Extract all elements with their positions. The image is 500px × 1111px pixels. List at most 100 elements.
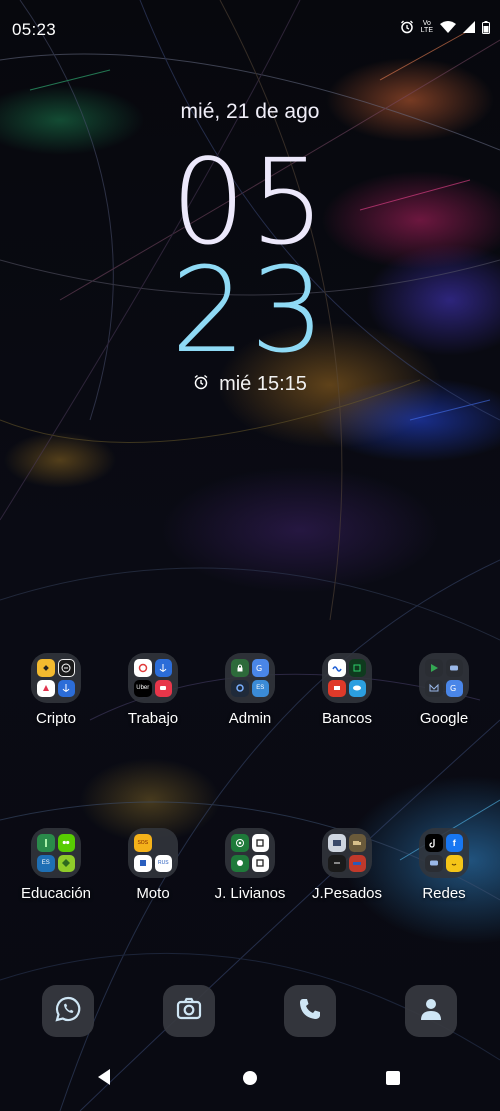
play-store-icon: [425, 659, 443, 677]
blue-bank-icon: [348, 679, 366, 697]
green-circle-icon: [231, 854, 249, 872]
folder-label: Bancos: [321, 710, 373, 727]
gem-icon: [57, 854, 75, 872]
next-alarm-label: mié 15:15: [219, 373, 307, 395]
folder-label: Cripto: [35, 710, 76, 727]
red-bank-icon: [328, 679, 346, 697]
sos-icon: SOS: [134, 834, 152, 852]
folder-icon: [322, 653, 372, 703]
status-bar: 05:23 Vo LTE: [0, 0, 500, 58]
tiktok-icon: [425, 834, 443, 852]
cell-signal-icon: [463, 21, 475, 33]
translate-icon: G: [251, 659, 269, 677]
camera-icon: [175, 995, 203, 1028]
folder-label: Google: [419, 710, 469, 727]
lte-label: LTE: [420, 27, 433, 34]
home-button[interactable]: [243, 1071, 257, 1085]
translate-icon: G: [445, 679, 463, 697]
svg-text:G: G: [256, 664, 262, 673]
binance-icon: [37, 659, 55, 677]
target-icon: [231, 834, 249, 852]
whatsapp-icon: [54, 995, 82, 1028]
svg-text:G: G: [450, 684, 456, 693]
duolingo-icon: [57, 834, 75, 852]
folder-icon: f: [419, 828, 469, 878]
folder-icon: Uber: [128, 653, 178, 703]
folder-icon: [322, 828, 372, 878]
car-game-icon: [348, 854, 366, 872]
folder-icon: ES: [31, 828, 81, 878]
photo-icon: [328, 834, 346, 852]
alarm-icon: [400, 20, 414, 34]
folder-label: Admin: [228, 710, 272, 727]
folder-label: Trabajo: [127, 710, 179, 727]
square-icon: [251, 854, 269, 872]
lockscreen-date: mié, 21 de ago: [180, 100, 320, 123]
phone-icon: [296, 995, 324, 1028]
dock-phone[interactable]: [284, 985, 336, 1037]
rus-icon: RUS: [154, 854, 172, 872]
recents-button[interactable]: [386, 1071, 400, 1085]
folder-google[interactable]: G Google: [394, 653, 494, 727]
contacts-icon: [417, 995, 445, 1028]
es-icon: ES: [37, 854, 55, 872]
folder-label: Redes: [422, 885, 466, 902]
back-button[interactable]: [96, 1068, 112, 1091]
youtube-icon: [445, 659, 463, 677]
truck-icon: [348, 834, 366, 852]
folder-j-pesados[interactable]: J.Pesados: [297, 828, 397, 902]
ring-icon: [134, 659, 152, 677]
es-icon: ES: [251, 679, 269, 697]
folder-educacion[interactable]: ES Educación: [6, 828, 106, 902]
anchor-icon: [57, 679, 75, 697]
folder-icon: G: [419, 653, 469, 703]
anchor-icon: [154, 659, 172, 677]
folder-icon: [31, 653, 81, 703]
exchange-e-icon: [57, 659, 75, 677]
folder-icon: SOS RUS: [128, 828, 178, 878]
next-alarm[interactable]: mié 15:15: [0, 373, 500, 396]
blue-doc-icon: [134, 854, 152, 872]
dark-game-icon: [328, 854, 346, 872]
folder-cripto[interactable]: Cripto: [6, 653, 106, 727]
empty-slot: [155, 834, 173, 852]
folder-j-livianos[interactable]: J. Livianos: [200, 828, 300, 902]
folder-admin[interactable]: G ES Admin: [200, 653, 300, 727]
folder-label: J. Livianos: [214, 885, 286, 902]
folder-bancos[interactable]: Bancos: [297, 653, 397, 727]
emoji-icon: [445, 854, 463, 872]
volte-label: Vo: [422, 20, 431, 27]
status-icons: Vo LTE: [400, 20, 490, 34]
folder-moto[interactable]: SOS RUS Moto: [103, 828, 203, 902]
folder-trabajo[interactable]: Uber Trabajo: [103, 653, 203, 727]
red-app-icon: [154, 679, 172, 697]
tree-icon: [37, 834, 55, 852]
back-icon: [98, 1069, 110, 1085]
settings-icon: [231, 679, 249, 697]
volte-lte-icon: Vo LTE: [421, 20, 433, 34]
green-bank-icon: [348, 659, 366, 677]
navigation-bar: [0, 1051, 500, 1111]
folder-redes[interactable]: f Redes: [394, 828, 494, 902]
lock-icon: [231, 659, 249, 677]
folder-label: Moto: [136, 885, 170, 902]
wifi-icon: [440, 21, 456, 33]
folder-label: Educación: [20, 885, 92, 902]
dock-whatsapp[interactable]: [42, 985, 94, 1037]
status-time: 05:23: [12, 20, 57, 39]
folder-icon: G ES: [225, 653, 275, 703]
uber-icon: Uber: [134, 679, 152, 697]
battery-icon: [482, 20, 490, 34]
dock-contacts[interactable]: [405, 985, 457, 1037]
clock-minutes[interactable]: 23: [0, 251, 500, 369]
folder-icon: [225, 828, 275, 878]
folder-label: J.Pesados: [311, 885, 383, 902]
youtube-icon: [425, 854, 443, 872]
square-icon: [251, 834, 269, 852]
facebook-icon: f: [445, 834, 463, 852]
alarm-clock-icon: [193, 373, 209, 396]
dock-camera[interactable]: [163, 985, 215, 1037]
gmail-icon: [425, 679, 443, 697]
trade-icon: [37, 679, 55, 697]
bank-wave-icon: [328, 659, 346, 677]
